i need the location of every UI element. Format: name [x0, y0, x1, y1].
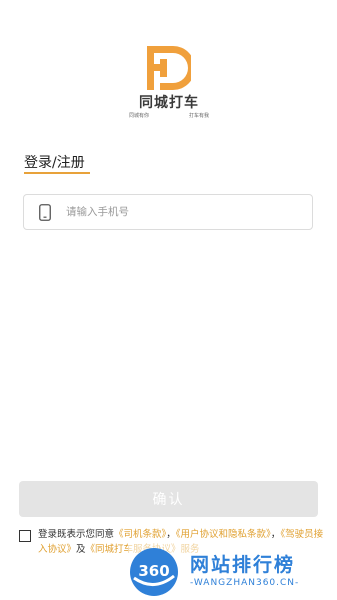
watermark-url: -WANGZHAN360.CN-	[190, 578, 300, 588]
driver-terms-link[interactable]: 《司机条款》	[114, 529, 166, 540]
app-logo: 同城打车 同城有你 打车有我	[123, 46, 215, 124]
user-privacy-link[interactable]: 《用户协议和隐私条款》	[176, 529, 271, 540]
slogan-right: 打车有我	[188, 113, 209, 119]
login-screen: 同城打车 同城有你 打车有我 登录/注册 确认 登录既表示您同意《司机条款》，《…	[0, 0, 337, 600]
watermark-title: 网站排行榜	[190, 554, 296, 576]
slogan-left: 同城有你	[129, 113, 150, 119]
360-logo-icon: 360	[130, 548, 178, 596]
site-watermark: 360 网站排行榜 -WANGZHAN360.CN-	[128, 544, 337, 600]
and-text: 及	[76, 544, 86, 555]
separator: ，	[270, 529, 281, 540]
login-register-title: 登录/注册	[24, 155, 85, 171]
separator: ，	[166, 529, 176, 540]
phone-input[interactable]	[66, 195, 302, 229]
watermark-badge: 360	[138, 562, 169, 580]
title-underline	[24, 172, 90, 174]
app-slogan: 同城有你 打车有我	[123, 112, 215, 119]
agreement-checkbox[interactable]	[19, 530, 31, 542]
agreement-prefix: 登录既表示您同意	[38, 529, 115, 540]
confirm-button[interactable]: 确认	[19, 481, 318, 517]
phone-field[interactable]	[23, 194, 313, 230]
fd-logo-icon	[147, 46, 191, 90]
app-name: 同城打车	[139, 95, 199, 111]
phone-icon	[39, 204, 51, 221]
